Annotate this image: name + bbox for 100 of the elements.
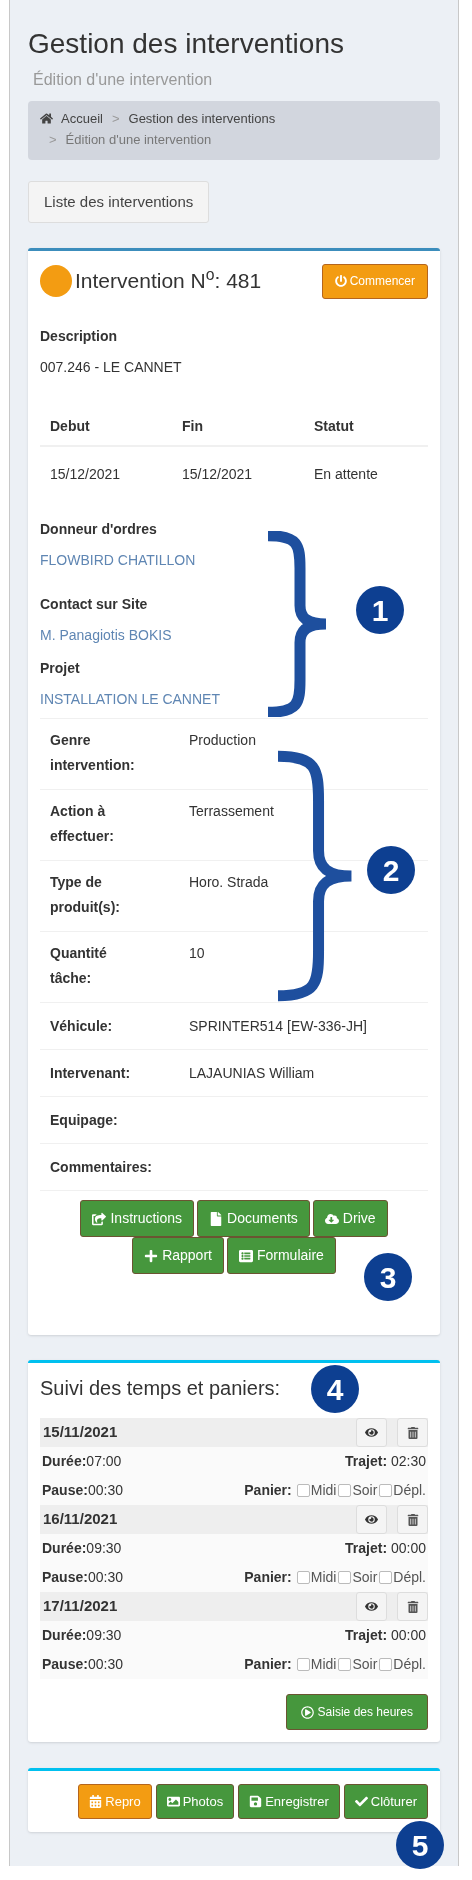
detail-label: Action à effectuer: (50, 802, 115, 846)
detail-value: Terrassement (189, 802, 274, 821)
pause-text: Pause:00:30 (42, 1568, 123, 1587)
field-label: Description (40, 327, 117, 346)
calendar-icon (89, 1795, 103, 1808)
footer-button[interactable]: Enregistrer (238, 1784, 340, 1819)
checkbox[interactable] (296, 1571, 310, 1584)
detail-label: Type de produit(s): (50, 873, 121, 917)
detail-label: Véhicule: (50, 1016, 113, 1036)
list-button[interactable]: Liste des interventions (28, 181, 210, 223)
contact-link[interactable]: INSTALLATION LE CANNET (40, 687, 220, 711)
detail-value: Horo. Strada (189, 873, 269, 892)
view-button[interactable] (356, 1418, 387, 1447)
field-value: 007.246 - LE CANNET (40, 358, 182, 377)
checkbox-label: Dépl. (393, 1655, 426, 1674)
trash-icon (406, 1513, 419, 1526)
save-icon (249, 1795, 263, 1808)
column-header: Statut (314, 417, 354, 434)
entry-date: 15/11/2021 (43, 1422, 118, 1443)
breadcrumb-separator: > (111, 110, 120, 128)
start-button[interactable]: Commencer (321, 263, 428, 299)
travel-text: Trajet: 00:00 (345, 1539, 426, 1558)
basket-label: Panier: (244, 1655, 292, 1674)
time-entry-button[interactable]: Saisie des heures (285, 1694, 428, 1730)
duration-text: Durée:09:30 (42, 1539, 122, 1558)
trash-icon (406, 1426, 419, 1439)
detail-value: LAJAUNIAS William (189, 1063, 315, 1083)
duration-text: Durée:09:30 (42, 1626, 122, 1645)
field-label: Contact sur Site (40, 595, 148, 614)
detail-label: Commentaires: (50, 1157, 152, 1177)
checkbox-label: Midi (310, 1568, 337, 1587)
contact-link[interactable]: M. Panagiotis BOKIS (40, 623, 172, 647)
trash-icon (406, 1600, 419, 1613)
travel-text: Trajet: 02:30 (345, 1452, 426, 1471)
checkbox[interactable] (296, 1658, 310, 1671)
detail-value: Production (189, 731, 256, 750)
breadcrumb-link[interactable]: Accueil (61, 108, 103, 129)
breadcrumb-link[interactable]: Gestion des interventions (128, 108, 276, 129)
detail-label: Equipage: (50, 1110, 118, 1130)
checkbox[interactable] (338, 1571, 352, 1584)
checkbox-label: Midi (310, 1481, 337, 1500)
pause-text: Pause:00:30 (42, 1655, 123, 1674)
detail-label: Genre intervention: (50, 731, 136, 775)
check-icon (354, 1795, 368, 1808)
action-button[interactable]: Formulaire (226, 1237, 336, 1274)
image-icon (166, 1795, 180, 1808)
table-cell: 15/12/2021 (182, 465, 253, 482)
card-title: Suivi des temps et paniers: (40, 1376, 281, 1401)
footer-button[interactable]: Photos (155, 1784, 235, 1819)
intervention-title: Intervention N$^{o}$: 481 (75, 265, 262, 295)
column-header: Fin (182, 417, 203, 434)
file-icon (209, 1211, 224, 1226)
page-title: Gestion des interventions (28, 27, 345, 61)
action-button[interactable]: Instructions (80, 1200, 195, 1237)
checkbox[interactable] (296, 1484, 310, 1497)
detail-label: Quantité tâche: (50, 944, 108, 988)
checkbox-label: Soir (352, 1481, 378, 1500)
checkbox-label: Soir (352, 1568, 378, 1587)
eye-icon (365, 1513, 378, 1526)
list-icon (238, 1248, 253, 1263)
field-label: Donneur d'ordres (40, 520, 157, 539)
checkbox[interactable] (379, 1658, 393, 1671)
detail-label: Intervenant: (50, 1063, 131, 1083)
action-button[interactable]: Documents (197, 1200, 310, 1237)
footer-button[interactable]: Clôturer (343, 1784, 428, 1819)
checkbox[interactable] (379, 1571, 393, 1584)
detail-value: 10 (189, 944, 205, 963)
eye-icon (365, 1600, 378, 1613)
eye-icon (365, 1426, 378, 1439)
column-header: Debut (50, 417, 90, 434)
duration-text: Durée:07:00 (42, 1452, 122, 1471)
cloud-download-icon (324, 1211, 339, 1226)
basket-label: Panier: (244, 1481, 292, 1500)
checkbox[interactable] (338, 1658, 352, 1671)
delete-button[interactable] (397, 1418, 428, 1447)
breadcrumb-separator: > (49, 131, 57, 149)
travel-text: Trajet: 00:00 (345, 1626, 426, 1645)
field-label: Projet (40, 659, 80, 678)
checkbox-label: Midi (310, 1655, 337, 1674)
checkbox[interactable] (338, 1484, 352, 1497)
delete-button[interactable] (397, 1505, 428, 1534)
action-button[interactable]: Rapport (132, 1237, 224, 1274)
table-cell: En attente (314, 465, 378, 482)
view-button[interactable] (356, 1505, 387, 1534)
view-button[interactable] (356, 1592, 387, 1621)
plus-icon (144, 1248, 159, 1263)
basket-label: Panier: (244, 1568, 292, 1587)
home-icon (40, 112, 53, 125)
action-button[interactable]: Drive (312, 1200, 388, 1237)
footer-button[interactable]: Repro (78, 1784, 152, 1819)
checkbox[interactable] (379, 1484, 393, 1497)
checkbox-label: Dépl. (393, 1481, 426, 1500)
entry-date: 17/11/2021 (43, 1596, 118, 1617)
delete-button[interactable] (397, 1592, 428, 1621)
page-subtitle: Édition d'une intervention (33, 69, 213, 90)
detail-value: SPRINTER514 [EW-336-JH] (189, 1016, 367, 1036)
checkbox-label: Dépl. (393, 1568, 426, 1587)
pause-text: Pause:00:30 (42, 1481, 123, 1500)
entry-date: 16/11/2021 (43, 1509, 118, 1530)
contact-link[interactable]: FLOWBIRD CHATILLON (40, 548, 196, 572)
